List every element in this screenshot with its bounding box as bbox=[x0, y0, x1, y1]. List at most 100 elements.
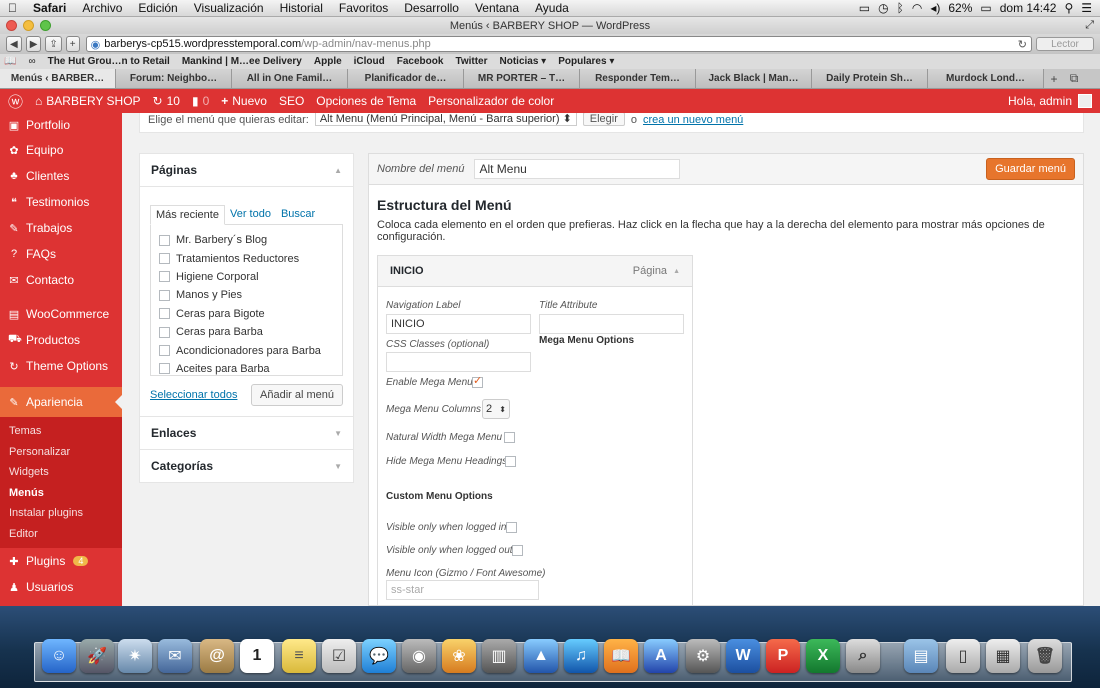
pages-list[interactable]: Mr. Barbery´s Blog Tratamientos Reductor… bbox=[150, 224, 343, 376]
menu-archivo[interactable]: Archivo bbox=[74, 1, 130, 15]
sidebar-item-faqs[interactable]: ? FAQs bbox=[0, 241, 122, 267]
documents-stack-icon[interactable]: ▯ bbox=[946, 639, 980, 673]
itunes-icon[interactable]: ♫ bbox=[564, 639, 598, 673]
tab-planificador[interactable]: Planificador de… bbox=[348, 69, 464, 88]
enable-mega-menu-checkbox[interactable] bbox=[472, 374, 483, 388]
add-tab-button[interactable]: + bbox=[65, 36, 80, 52]
list-item[interactable]: Ceras para Bigote bbox=[159, 305, 334, 323]
list-item[interactable]: Aceites para Barba bbox=[159, 360, 334, 375]
list-item[interactable]: Tratamientos Reductores bbox=[159, 249, 334, 267]
sidebar-item-contacto[interactable]: ✉ Contacto bbox=[0, 267, 122, 293]
natural-width-checkbox[interactable] bbox=[504, 432, 515, 443]
menubar-clock[interactable]: dom 14:42 bbox=[1000, 1, 1057, 15]
seo-link[interactable]: SEO bbox=[273, 94, 310, 108]
excel-icon[interactable]: X bbox=[806, 639, 840, 673]
launchpad-icon[interactable]: 🚀 bbox=[80, 639, 114, 673]
my-account[interactable]: Hola, admin bbox=[1008, 94, 1100, 108]
theme-options-link[interactable]: Opciones de Tema bbox=[310, 94, 422, 108]
reminders-icon[interactable]: ☑ bbox=[322, 639, 356, 673]
sidebar-item-portfolio[interactable]: ▣ Portfolio bbox=[0, 113, 122, 137]
collapse-up-icon[interactable]: ▲ bbox=[673, 268, 680, 275]
airplay-icon[interactable]: ▭ bbox=[859, 1, 870, 15]
page-checkbox[interactable] bbox=[159, 253, 170, 265]
tab-menus[interactable]: Menús ‹ BARBER… bbox=[0, 69, 116, 88]
submenu-temas[interactable]: Temas bbox=[0, 421, 122, 442]
trash-icon[interactable]: 🗑 bbox=[1028, 639, 1062, 673]
mail-icon[interactable]: ✉ bbox=[158, 639, 192, 673]
minimize-window-button[interactable] bbox=[23, 20, 34, 31]
reading-list-icon[interactable]: ∞ bbox=[28, 56, 35, 67]
list-item[interactable]: Acondicionadores para Barba bbox=[159, 341, 334, 359]
finder-icon[interactable]: ☺ bbox=[42, 639, 76, 673]
tab-mr-porter[interactable]: MR PORTER – T… bbox=[464, 69, 580, 88]
expand-down-icon[interactable]: ▼ bbox=[334, 429, 342, 438]
numbers-icon[interactable]: ▥ bbox=[482, 639, 516, 673]
system-preferences-icon[interactable]: ⚙ bbox=[686, 639, 720, 673]
updates-link[interactable]: ↻ 10 bbox=[147, 94, 186, 108]
mega-menu-columns-select[interactable]: 2 ⬍ bbox=[482, 399, 510, 419]
css-classes-input[interactable] bbox=[386, 352, 531, 372]
submenu-personalizar[interactable]: Personalizar bbox=[0, 442, 122, 463]
menu-favoritos[interactable]: Favoritos bbox=[331, 1, 396, 15]
color-customizer-link[interactable]: Personalizador de color bbox=[422, 94, 560, 108]
menu-edicion[interactable]: Edición bbox=[130, 1, 185, 15]
visible-logged-in-checkbox[interactable] bbox=[506, 522, 517, 533]
apple-icon[interactable]:  bbox=[0, 1, 25, 15]
bookmark[interactable]: Twitter bbox=[455, 56, 487, 67]
app-store-icon[interactable]: A bbox=[644, 639, 678, 673]
page-checkbox[interactable] bbox=[159, 271, 170, 283]
comments-link[interactable]: ▮ 0 bbox=[186, 94, 215, 108]
sidebar-item-productos[interactable]: ⛟ Productos bbox=[0, 327, 122, 353]
menu-visualizacion[interactable]: Visualización bbox=[186, 1, 272, 15]
sidebar-item-theme-options[interactable]: ↻ Theme Options bbox=[0, 353, 122, 379]
wifi-icon[interactable]: ◠ bbox=[912, 1, 922, 15]
bookmark-folder[interactable]: Noticias ▾ bbox=[500, 56, 547, 67]
page-checkbox[interactable] bbox=[159, 289, 170, 301]
photo-icon[interactable]: ❀ bbox=[442, 639, 476, 673]
safari-icon[interactable]: ✷ bbox=[118, 639, 152, 673]
menu-desarrollo[interactable]: Desarrollo bbox=[396, 1, 467, 15]
list-item[interactable]: Ceras para Barba bbox=[159, 323, 334, 341]
submenu-widgets[interactable]: Widgets bbox=[0, 462, 122, 483]
tab-search[interactable]: Buscar bbox=[276, 205, 320, 225]
visible-logged-out-checkbox[interactable] bbox=[512, 545, 523, 556]
sidebar-item-clientes[interactable]: ♣ Clientes bbox=[0, 163, 122, 189]
sidebar-item-apariencia[interactable]: ✎ Apariencia bbox=[0, 387, 122, 417]
submenu-menus[interactable]: Menús bbox=[0, 483, 122, 504]
zoom-window-button[interactable] bbox=[40, 20, 51, 31]
title-attribute-input[interactable] bbox=[539, 314, 684, 334]
menu-item-header[interactable]: INICIO Página ▲ bbox=[378, 256, 692, 286]
menu-ventana[interactable]: Ventana bbox=[467, 1, 527, 15]
bookmarks-icon[interactable]: 📖 bbox=[4, 56, 16, 67]
spotlight-icon[interactable]: ⚲ bbox=[1064, 1, 1073, 15]
preview-icon[interactable]: ⌕ bbox=[846, 639, 880, 673]
navigation-label-input[interactable]: INICIO bbox=[386, 314, 531, 334]
applications-folder-icon[interactable]: ▤ bbox=[904, 639, 938, 673]
notification-center-icon[interactable]: ☰ bbox=[1081, 1, 1092, 15]
tab-daily-protein[interactable]: Daily Protein Sh… bbox=[812, 69, 928, 88]
menu-icon-input[interactable]: ss-star bbox=[386, 580, 539, 600]
page-checkbox[interactable] bbox=[159, 363, 170, 375]
facetime-icon[interactable]: ◉ bbox=[402, 639, 436, 673]
sidebar-item-usuarios[interactable]: ♟ Usuarios bbox=[0, 574, 122, 600]
back-button[interactable]: ◀ bbox=[6, 36, 22, 52]
sidebar-item-equipo[interactable]: ✿ Equipo bbox=[0, 137, 122, 163]
bluetooth-icon[interactable]: ᛒ bbox=[897, 1, 904, 15]
site-name-link[interactable]: ⌂ BARBERY SHOP bbox=[29, 94, 147, 108]
pages-box-header[interactable]: Páginas ▲ bbox=[140, 154, 353, 186]
contacts-icon[interactable]: @ bbox=[200, 639, 234, 673]
address-bar[interactable]: ◉ barberys-cp515.wordpresstemporal.com/w… bbox=[85, 36, 1032, 52]
tab-forum[interactable]: Forum: Neighbo… bbox=[116, 69, 232, 88]
sidebar-item-woocommerce[interactable]: ▤ WooCommerce bbox=[0, 301, 122, 327]
reader-button[interactable]: Lector bbox=[1036, 37, 1094, 51]
new-content-link[interactable]: + Nuevo bbox=[215, 94, 273, 108]
submenu-instalar-plugins[interactable]: Instalar plugins bbox=[0, 503, 122, 524]
save-menu-button[interactable]: Guardar menú bbox=[986, 158, 1075, 180]
share-button[interactable]: ⇪ bbox=[45, 36, 62, 52]
close-window-button[interactable] bbox=[6, 20, 17, 31]
bookmark[interactable]: Facebook bbox=[397, 56, 444, 67]
tab-murdock[interactable]: Murdock Lond… bbox=[928, 69, 1044, 88]
tab-all-in-one[interactable]: All in One Famil… bbox=[232, 69, 348, 88]
new-tab-icon[interactable]: + bbox=[1044, 69, 1064, 88]
select-all-link[interactable]: Seleccionar todos bbox=[150, 389, 237, 401]
